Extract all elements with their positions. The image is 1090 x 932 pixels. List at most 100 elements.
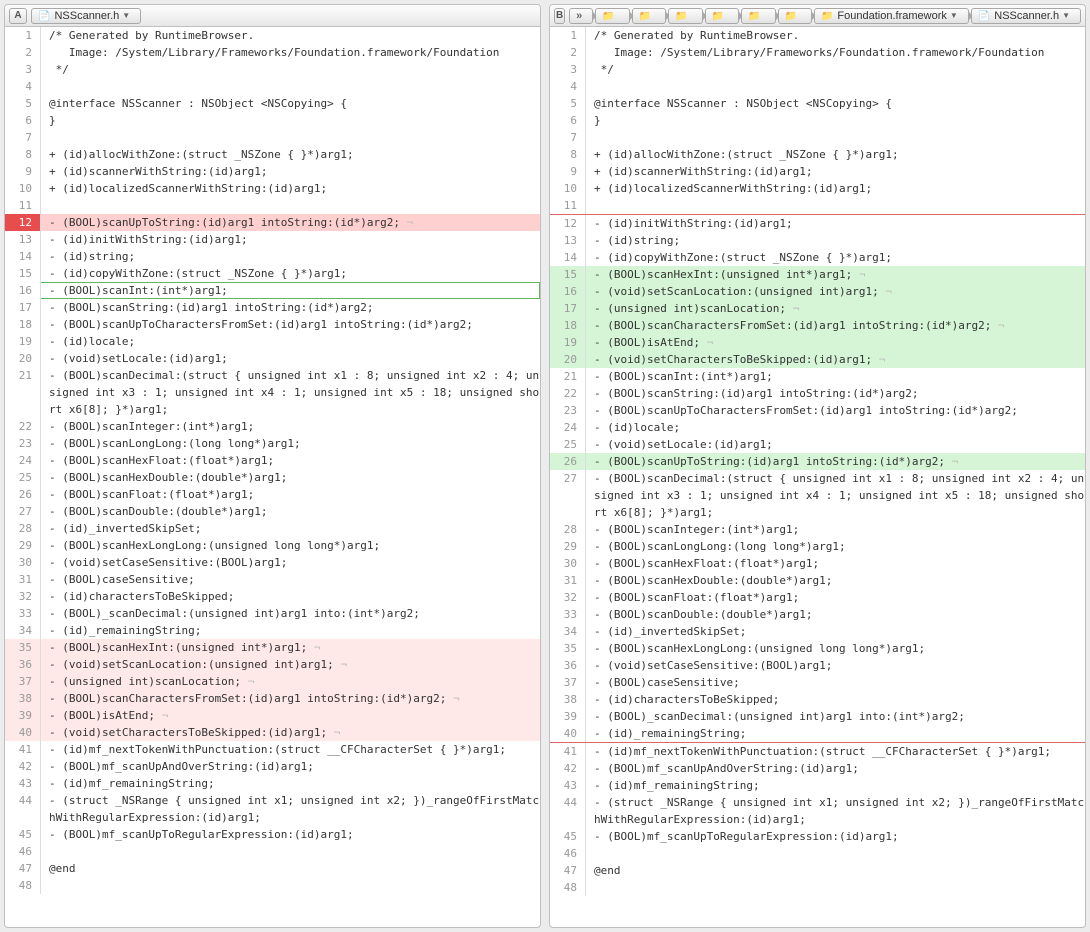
code-line[interactable]: 7 — [5, 129, 540, 146]
breadcrumb-segment[interactable] — [778, 8, 812, 24]
code-line[interactable]: 36- (void)setScanLocation:(unsigned int)… — [5, 656, 540, 673]
code-line[interactable]: 33- (BOOL)_scanDecimal:(unsigned int)arg… — [5, 605, 540, 622]
code-line[interactable]: 13- (id)string; — [550, 232, 1085, 249]
code-line[interactable]: 42- (BOOL)mf_scanUpAndOverString:(id)arg… — [550, 760, 1085, 777]
code-line[interactable]: 25- (BOOL)scanHexDouble:(double*)arg1; — [5, 469, 540, 486]
code-line[interactable]: 45- (BOOL)mf_scanUpToRegularExpression:(… — [5, 826, 540, 843]
code-line[interactable]: 41- (id)mf_nextTokenWithPunctuation:(str… — [550, 742, 1085, 760]
breadcrumb-item[interactable]: Foundation.framework▼ — [814, 8, 969, 24]
code-line[interactable]: 4 — [550, 78, 1085, 95]
breadcrumb-segment[interactable] — [705, 8, 739, 24]
code-line[interactable]: 10+ (id)localizedScannerWithString:(id)a… — [5, 180, 540, 197]
code-line[interactable]: 21- (BOOL)scanInt:(int*)arg1; — [550, 368, 1085, 385]
code-line[interactable]: 30- (BOOL)scanHexFloat:(float*)arg1; — [550, 555, 1085, 572]
code-line[interactable]: 17- (BOOL)scanString:(id)arg1 intoString… — [5, 299, 540, 316]
code-line[interactable]: 31- (BOOL)caseSensitive; — [5, 571, 540, 588]
code-line[interactable]: 39- (BOOL)isAtEnd; ¬ — [5, 707, 540, 724]
code-line[interactable]: 9+ (id)scannerWithString:(id)arg1; — [550, 163, 1085, 180]
code-line[interactable]: 20- (void)setLocale:(id)arg1; — [5, 350, 540, 367]
code-line[interactable]: 26- (BOOL)scanUpToString:(id)arg1 intoSt… — [550, 453, 1085, 470]
code-line[interactable]: 29- (BOOL)scanLongLong:(long long*)arg1; — [550, 538, 1085, 555]
code-line[interactable]: 19- (BOOL)isAtEnd; ¬ — [550, 334, 1085, 351]
code-line[interactable]: 15- (BOOL)scanHexInt:(unsigned int*)arg1… — [550, 266, 1085, 283]
code-line[interactable]: 31- (BOOL)scanHexDouble:(double*)arg1; — [550, 572, 1085, 589]
breadcrumb-item[interactable]: NSScanner.h▼ — [971, 8, 1081, 24]
code-line[interactable]: 35- (BOOL)scanHexLongLong:(unsigned long… — [550, 640, 1085, 657]
code-line[interactable]: 20- (void)setCharactersToBeSkipped:(id)a… — [550, 351, 1085, 368]
code-line[interactable]: 38- (BOOL)scanCharactersFromSet:(id)arg1… — [5, 690, 540, 707]
code-line[interactable]: 14- (id)copyWithZone:(struct _NSZone { }… — [550, 249, 1085, 266]
code-line[interactable]: 5@interface NSScanner : NSObject <NSCopy… — [5, 95, 540, 112]
code-line[interactable]: 34- (id)_remainingString; — [5, 622, 540, 639]
right-code-area[interactable]: 1/* Generated by RuntimeBrowser.2 Image:… — [550, 27, 1085, 927]
code-line[interactable]: 11 — [5, 197, 540, 214]
code-line[interactable]: 12- (id)initWithString:(id)arg1; — [550, 214, 1085, 232]
code-line[interactable]: 24- (id)locale; — [550, 419, 1085, 436]
breadcrumb-segment[interactable] — [569, 8, 593, 24]
code-line[interactable]: 29- (BOOL)scanHexLongLong:(unsigned long… — [5, 537, 540, 554]
code-line[interactable]: 40- (id)_remainingString; — [550, 725, 1085, 742]
code-line[interactable]: 25- (void)setLocale:(id)arg1; — [550, 436, 1085, 453]
code-line[interactable]: 43- (id)mf_remainingString; — [5, 775, 540, 792]
code-line[interactable]: 24- (BOOL)scanHexFloat:(float*)arg1; — [5, 452, 540, 469]
code-line[interactable]: 37- (unsigned int)scanLocation; ¬ — [5, 673, 540, 690]
code-line[interactable]: 23- (BOOL)scanLongLong:(long long*)arg1; — [5, 435, 540, 452]
code-line[interactable]: 30- (void)setCaseSensitive:(BOOL)arg1; — [5, 554, 540, 571]
left-code-area[interactable]: 1/* Generated by RuntimeBrowser.2 Image:… — [5, 27, 540, 927]
code-line[interactable]: 41- (id)mf_nextTokenWithPunctuation:(str… — [5, 741, 540, 758]
code-line[interactable]: 2 Image: /System/Library/Frameworks/Foun… — [5, 44, 540, 61]
code-line[interactable]: 35- (BOOL)scanHexInt:(unsigned int*)arg1… — [5, 639, 540, 656]
code-line[interactable]: 42- (BOOL)mf_scanUpAndOverString:(id)arg… — [5, 758, 540, 775]
code-line[interactable]: 8+ (id)allocWithZone:(struct _NSZone { }… — [5, 146, 540, 163]
code-line[interactable]: 44- (struct _NSRange { unsigned int x1; … — [5, 792, 540, 826]
code-line[interactable]: 40- (void)setCharactersToBeSkipped:(id)a… — [5, 724, 540, 741]
code-line[interactable]: 46 — [550, 845, 1085, 862]
code-line[interactable]: 22- (BOOL)scanInteger:(int*)arg1; — [5, 418, 540, 435]
code-line[interactable]: 26- (BOOL)scanFloat:(float*)arg1; — [5, 486, 540, 503]
code-line[interactable]: 7 — [550, 129, 1085, 146]
code-line[interactable]: 28- (BOOL)scanInteger:(int*)arg1; — [550, 521, 1085, 538]
code-line[interactable]: 14- (id)string; — [5, 248, 540, 265]
code-line[interactable]: 16- (BOOL)scanInt:(int*)arg1; — [5, 282, 540, 299]
code-line[interactable]: 32- (BOOL)scanFloat:(float*)arg1; — [550, 589, 1085, 606]
code-line[interactable]: 22- (BOOL)scanString:(id)arg1 intoString… — [550, 385, 1085, 402]
code-line[interactable]: 34- (id)_invertedSkipSet; — [550, 623, 1085, 640]
code-line[interactable]: 36- (void)setCaseSensitive:(BOOL)arg1; — [550, 657, 1085, 674]
code-line[interactable]: 6} — [550, 112, 1085, 129]
code-line[interactable]: 1/* Generated by RuntimeBrowser. — [550, 27, 1085, 44]
breadcrumb-segment[interactable] — [668, 8, 702, 24]
code-line[interactable]: 4 — [5, 78, 540, 95]
code-line[interactable]: 44- (struct _NSRange { unsigned int x1; … — [550, 794, 1085, 828]
code-line[interactable]: 39- (BOOL)_scanDecimal:(unsigned int)arg… — [550, 708, 1085, 725]
code-line[interactable]: 45- (BOOL)mf_scanUpToRegularExpression:(… — [550, 828, 1085, 845]
left-filename-crumb[interactable]: NSScanner.h ▼ — [31, 8, 141, 24]
code-line[interactable]: 10+ (id)localizedScannerWithString:(id)a… — [550, 180, 1085, 197]
code-line[interactable]: 3 */ — [550, 61, 1085, 78]
code-line[interactable]: 48 — [5, 877, 540, 894]
code-line[interactable]: 37- (BOOL)caseSensitive; — [550, 674, 1085, 691]
code-line[interactable]: 47@end — [550, 862, 1085, 879]
code-line[interactable]: 46 — [5, 843, 540, 860]
code-line[interactable]: 27- (BOOL)scanDecimal:(struct { unsigned… — [550, 470, 1085, 521]
code-line[interactable]: 47@end — [5, 860, 540, 877]
code-line[interactable]: 33- (BOOL)scanDouble:(double*)arg1; — [550, 606, 1085, 623]
breadcrumb-segment[interactable] — [595, 8, 629, 24]
code-line[interactable]: 6} — [5, 112, 540, 129]
code-line[interactable]: 16- (void)setScanLocation:(unsigned int)… — [550, 283, 1085, 300]
code-line[interactable]: 23- (BOOL)scanUpToCharactersFromSet:(id)… — [550, 402, 1085, 419]
code-line[interactable]: 11 — [550, 197, 1085, 214]
code-line[interactable]: 13- (id)initWithString:(id)arg1; — [5, 231, 540, 248]
code-line[interactable]: 8+ (id)allocWithZone:(struct _NSZone { }… — [550, 146, 1085, 163]
code-line[interactable]: 18- (BOOL)scanCharactersFromSet:(id)arg1… — [550, 317, 1085, 334]
code-line[interactable]: 38- (id)charactersToBeSkipped; — [550, 691, 1085, 708]
code-line[interactable]: 43- (id)mf_remainingString; — [550, 777, 1085, 794]
code-line[interactable]: 17- (unsigned int)scanLocation; ¬ — [550, 300, 1085, 317]
breadcrumb-segment[interactable] — [741, 8, 775, 24]
code-line[interactable]: 48 — [550, 879, 1085, 896]
code-line[interactable]: 12- (BOOL)scanUpToString:(id)arg1 intoSt… — [5, 214, 540, 231]
code-line[interactable]: 19- (id)locale; — [5, 333, 540, 350]
code-line[interactable]: 1/* Generated by RuntimeBrowser. — [5, 27, 540, 44]
code-line[interactable]: 15- (id)copyWithZone:(struct _NSZone { }… — [5, 265, 540, 282]
code-line[interactable]: 32- (id)charactersToBeSkipped; — [5, 588, 540, 605]
code-line[interactable]: 27- (BOOL)scanDouble:(double*)arg1; — [5, 503, 540, 520]
